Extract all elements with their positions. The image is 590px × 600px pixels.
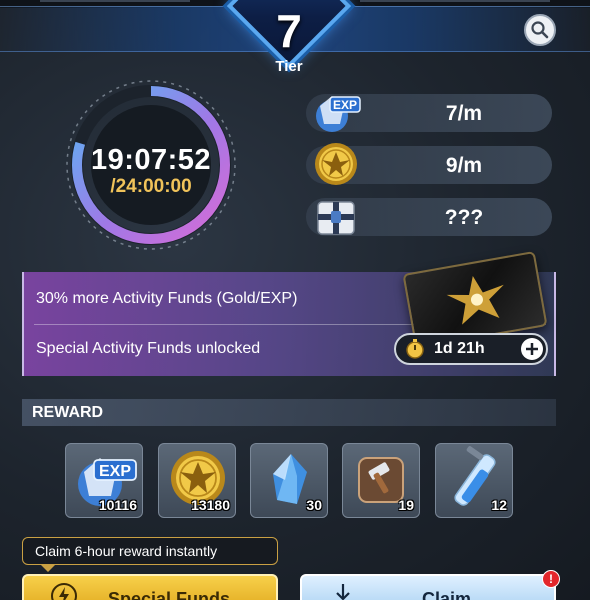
exp-icon-text: EXP — [99, 463, 131, 480]
header-line-right — [360, 0, 550, 2]
reward-slot-hammer[interactable]: 19 — [342, 443, 420, 518]
timer-total: /24:00:00 — [110, 176, 192, 197]
rate-row-gold: 9/m — [306, 143, 552, 185]
rate-value-exp: 7/m — [445, 102, 483, 125]
duration-text: 1d 21h — [434, 340, 485, 357]
stopwatch-icon — [406, 339, 424, 359]
claim-label: Claim — [422, 589, 472, 600]
rate-row-exp: EXP 7/m — [306, 94, 552, 132]
reward-slot-gold[interactable]: 13180 — [158, 443, 236, 518]
rate-row-mystery: ??? — [306, 198, 552, 236]
rate-value-mystery: ??? — [444, 206, 484, 229]
reward-slot-crystal[interactable]: 30 — [250, 443, 328, 518]
bonus-line-activity-funds: 30% more Activity Funds (Gold/EXP) — [36, 290, 298, 307]
bonus-line-special-funds: Special Activity Funds unlocked — [36, 340, 261, 357]
timer-elapsed: 19:07:52 — [90, 144, 212, 176]
exp-icon: EXP — [316, 96, 361, 132]
reward-count-gold: 13180 — [191, 497, 230, 513]
tier-number: 7 — [276, 5, 302, 57]
reward-count-crystal: 30 — [306, 497, 322, 513]
reward-header: REWARD — [22, 399, 556, 426]
special-funds-label: Special Funds — [108, 589, 231, 600]
search-button[interactable] — [524, 14, 556, 46]
gold-coin-icon — [315, 143, 357, 185]
reward-slot-vial[interactable]: 12 — [435, 443, 513, 518]
reward-count-vial: 12 — [491, 497, 507, 513]
exp-icon-text: EXP — [333, 98, 357, 112]
mystery-chest-icon — [317, 201, 355, 235]
rate-value-gold: 9/m — [445, 154, 483, 177]
plus-icon[interactable] — [520, 337, 544, 361]
reward-title: REWARD — [32, 404, 104, 421]
lightning-icon — [51, 583, 77, 600]
download-arrow-icon — [336, 584, 350, 600]
reward-slot-exp[interactable]: EXP 10116 — [65, 443, 143, 518]
tooltip-tail — [40, 564, 56, 572]
special-funds-button[interactable]: Special Funds — [22, 574, 278, 600]
reward-count-exp: 10116 — [98, 497, 137, 513]
tooltip: Claim 6-hour reward instantly — [22, 537, 278, 565]
duration-pill[interactable]: 1d 21h — [394, 333, 548, 365]
magnifier-icon — [531, 21, 549, 39]
claim-alert-badge: ! — [542, 570, 560, 588]
reward-count-hammer: 19 — [398, 497, 414, 513]
tier-label: Tier — [275, 58, 303, 75]
header-line-left — [40, 0, 190, 2]
claim-button[interactable]: Claim — [300, 574, 556, 600]
tooltip-text: Claim 6-hour reward instantly — [35, 543, 218, 559]
